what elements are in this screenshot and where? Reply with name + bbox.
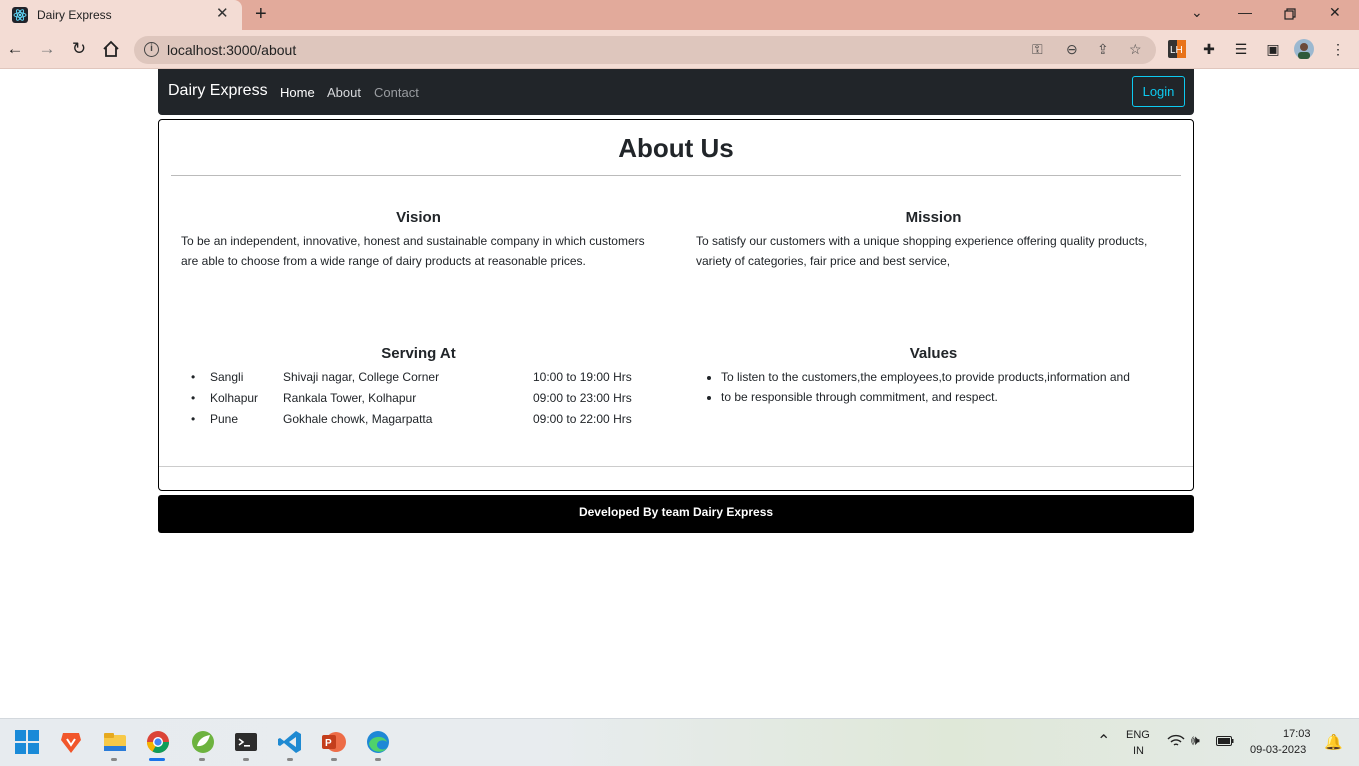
page-container: Dairy Express Home About Contact Login A… [158,69,1194,533]
address-bar[interactable]: i localhost:3000/about ⚿ ⊖ ⇪ ☆ [134,36,1156,64]
vscode-icon[interactable] [276,728,304,756]
extension-lh-icon[interactable]: LH [1166,38,1188,60]
bottom-divider [159,466,1193,467]
bullet-icon: • [191,369,196,384]
zoom-icon[interactable]: ⊖ [1066,41,1078,58]
tab-title: Dairy Express [37,8,112,22]
clock-date[interactable]: 09-03-2023 [1250,744,1306,756]
windows-start-icon[interactable] [13,728,41,756]
location-address: Rankala Tower, Kolhapur [283,390,417,405]
bullet-icon: • [191,411,196,426]
values-heading: Values [909,345,958,362]
tray-overflow-chevron-icon[interactable]: ⌃ [1097,731,1110,751]
browser-titlebar: Dairy Express ✕ + ⌄ — ✕ [0,0,1359,30]
side-panel-icon[interactable]: ▣ [1262,38,1284,60]
browser-tab[interactable]: Dairy Express ✕ [0,0,242,30]
app-indicator [243,758,249,761]
menu-kebab-icon[interactable]: ⋮ [1327,38,1349,60]
app-indicator [111,758,117,761]
volume-icon[interactable]: 🕪 [1191,732,1200,749]
app-indicator [331,758,337,761]
window-close-icon[interactable]: ✕ [1329,4,1341,21]
location-row: • Pune Gokhale chowk, Magarpatta 09:00 t… [181,408,656,429]
extensions-puzzle-icon[interactable]: ✚ [1198,38,1220,60]
back-arrow-icon[interactable]: ← [4,38,26,60]
list-item: To listen to the customers,the employees… [721,368,1171,388]
site-footer: Developed By team Dairy Express [158,495,1194,533]
share-icon[interactable]: ⇪ [1097,41,1109,58]
mission-heading: Mission [905,209,962,226]
location-city: Sangli [210,369,244,384]
mission-text: To satisfy our customers with a unique s… [696,234,1148,268]
file-explorer-icon[interactable] [101,728,129,756]
app-indicator [375,758,381,761]
bookmark-star-icon[interactable]: ☆ [1129,41,1142,58]
reload-icon[interactable]: ↻ [68,38,90,60]
nav-link-home[interactable]: Home [280,85,315,100]
spring-tools-icon[interactable] [189,728,217,756]
react-icon [12,7,28,23]
chrome-icon[interactable] [144,728,172,756]
browser-toolbar: ← → ↻ i localhost:3000/about ⚿ ⊖ ⇪ ☆ LH … [0,30,1359,69]
app-indicator [199,758,205,761]
forward-arrow-icon[interactable]: → [36,38,58,60]
site-navbar: Dairy Express Home About Contact Login [158,69,1194,115]
location-row: • Kolhapur Rankala Tower, Kolhapur 09:00… [181,387,656,408]
location-hours: 09:00 to 22:00 Hrs [533,411,632,426]
svg-text:LH: LH [1170,45,1183,56]
minimize-icon[interactable]: — [1238,4,1252,20]
navbar-brand[interactable]: Dairy Express [168,82,268,100]
brave-browser-icon[interactable] [57,728,85,756]
os-taskbar: P ⌃ ENG IN 🕪 17:03 09-03-2023 🔔 [0,718,1359,766]
mission-section: Mission To satisfy our customers with a … [696,209,1171,271]
vision-text: To be an independent, innovative, honest… [181,234,645,268]
location-address: Gokhale chowk, Magarpatta [283,411,433,426]
active-app-indicator [149,758,165,761]
url-text[interactable]: localhost:3000/about [167,42,296,58]
about-card: About Us Vision To be an independent, in… [158,119,1194,491]
locations-list: • Sangli Shivaji nagar, College Corner 1… [181,366,656,429]
home-icon[interactable] [100,38,122,60]
values-list: To listen to the customers,the employees… [696,368,1171,407]
location-address: Shivaji nagar, College Corner [283,369,440,384]
profile-avatar[interactable] [1293,38,1315,60]
title-divider [171,175,1181,176]
language-region[interactable]: IN [1133,745,1144,757]
notification-bell-icon[interactable]: 🔔 [1324,733,1343,751]
tab-search-chevron-icon[interactable]: ⌄ [1191,4,1203,21]
wifi-icon[interactable] [1167,734,1185,748]
powerpoint-icon[interactable]: P [320,728,348,756]
location-city: Kolhapur [210,390,259,405]
location-row: • Sangli Shivaji nagar, College Corner 1… [181,366,656,387]
vision-section: Vision To be an independent, innovative,… [181,209,656,271]
svg-text:P: P [325,738,332,749]
key-icon[interactable]: ⚿ [1032,41,1043,58]
new-tab-button[interactable]: + [255,3,267,25]
list-item: to be responsible through commitment, an… [721,388,1171,408]
battery-icon[interactable] [1216,735,1234,747]
tab-close-icon[interactable]: ✕ [216,5,229,23]
values-section: Values To listen to the customers,the em… [696,345,1171,407]
reading-list-icon[interactable]: ☰ [1230,38,1252,60]
serving-heading: Serving At [381,345,456,362]
edge-icon[interactable] [364,728,392,756]
login-button[interactable]: Login [1132,76,1185,107]
bullet-icon: • [191,390,196,405]
location-hours: 10:00 to 19:00 Hrs [533,369,632,384]
terminal-icon[interactable] [232,728,260,756]
clock-time[interactable]: 17:03 [1283,728,1311,740]
language-code[interactable]: ENG [1126,729,1150,741]
app-indicator [287,758,293,761]
serving-section: Serving At • Sangli Shivaji nagar, Colle… [181,345,656,429]
location-city: Pune [210,411,239,426]
vision-heading: Vision [396,209,441,226]
nav-link-contact[interactable]: Contact [374,85,419,100]
page-title: About Us [618,133,734,163]
restore-icon[interactable] [1284,8,1296,20]
location-hours: 09:00 to 23:00 Hrs [533,390,632,405]
site-info-icon[interactable]: i [144,42,159,57]
nav-link-about[interactable]: About [327,85,361,100]
